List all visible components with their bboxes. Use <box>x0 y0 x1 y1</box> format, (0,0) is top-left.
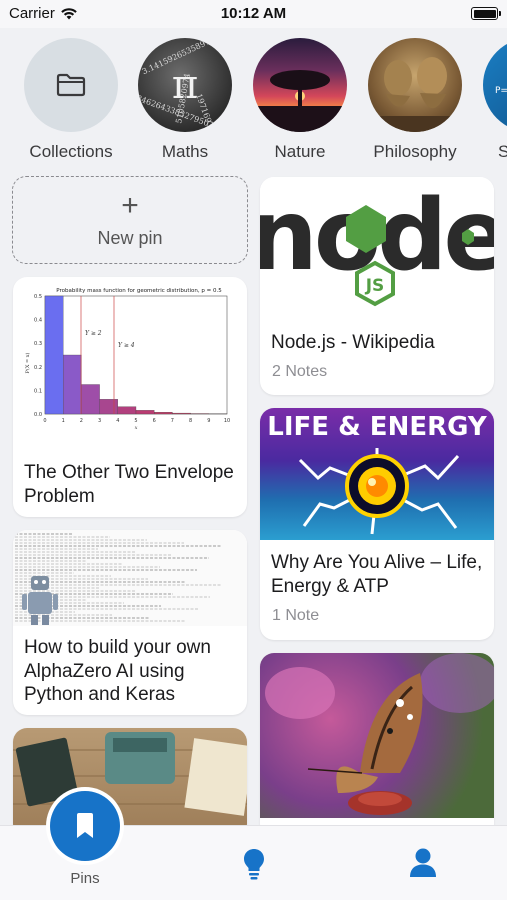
chart-x-tick: 3 <box>98 418 101 424</box>
pin-thumbnail-chart: Probability mass function for geometric … <box>19 283 241 431</box>
pins-tab-button[interactable] <box>50 791 120 861</box>
collection-label: Philosophy <box>373 142 457 161</box>
chart-bar <box>135 410 155 415</box>
folder-icon <box>56 73 86 97</box>
pin-card-nodejs[interactable]: node JS Node.js - Wikipedia 2 Notes <box>260 177 494 395</box>
svg-text:P=2: P=2 <box>495 86 507 96</box>
nodejs-logo: node JS <box>260 179 494 307</box>
collection-label: Maths <box>161 142 209 161</box>
alphazero-image <box>15 533 222 625</box>
life-energy-image: LIFE & ENERGY <box>267 412 488 535</box>
chart-annotation: Y ≥ 2 <box>85 330 102 337</box>
new-pin-label: New pin <box>97 228 163 248</box>
chart-title: Probability mass function for geometric … <box>56 288 222 294</box>
chart-bar <box>99 399 118 415</box>
tab-pins-label: Pins <box>70 870 100 887</box>
pin-thumbnail-life: LIFE & ENERGY <box>260 408 494 540</box>
svg-text:π: π <box>172 62 198 108</box>
chart-x-tick: 8 <box>189 418 192 424</box>
collection-nature[interactable]: Nature <box>245 38 355 162</box>
battery-icon <box>471 7 501 20</box>
chart-y-tick: 0.3 <box>34 341 42 347</box>
chart-x-tick: 6 <box>153 418 156 424</box>
chart-x-tick: 5 <box>134 418 137 424</box>
pin-title: Node.js - Wikipedia <box>271 332 435 353</box>
collection-philosophy[interactable]: Philosophy <box>360 38 470 162</box>
nature-image <box>253 70 347 132</box>
pin-card-life-energy[interactable]: LIFE & ENERGY Why Are You Alive – Life, … <box>260 408 494 640</box>
chart-y-label: P(X = x) <box>24 352 31 373</box>
pin-thumbnail-alphazero <box>13 530 247 626</box>
svg-text:19716939937: 19716939937 <box>194 92 222 132</box>
status-time: 10:12 AM <box>220 5 287 22</box>
philosophy-image <box>368 57 462 132</box>
maths-image: 3.1415926535897932 8462643383279502884 1… <box>138 38 229 132</box>
plus-icon: + <box>121 189 139 222</box>
js-badge: JS <box>365 276 385 296</box>
tab-pins[interactable] <box>46 787 124 865</box>
chart-bar <box>117 406 137 415</box>
maths-thumbnail: 3.1415926535897932 8462643383279502884 1… <box>138 38 232 132</box>
pin-title: How to build your own AlphaZero AI using… <box>24 637 211 705</box>
science-thumbnail: P=2 <box>483 38 507 132</box>
chart-bar <box>154 412 173 415</box>
bookmark-icon <box>77 813 93 838</box>
life-banner: LIFE & ENERGY <box>267 412 488 442</box>
chart-y-tick: 0.2 <box>34 365 42 371</box>
collections-row[interactable]: Collections 3.1415926535897932 846264338… <box>0 28 507 163</box>
lightbulb-icon[interactable] <box>243 848 265 880</box>
collection-label: S <box>498 142 507 161</box>
collection-maths[interactable]: 3.1415926535897932 8462643383279502884 1… <box>130 38 240 162</box>
chart-y-tick: 0.1 <box>34 388 42 394</box>
collection-label: Collections <box>29 142 113 161</box>
pin-notes-count: 2 Notes <box>272 363 328 380</box>
chart-bar <box>44 295 64 415</box>
philosophy-thumbnail <box>368 38 462 132</box>
pin-card-alphazero[interactable]: How to build your own AlphaZero AI using… <box>13 530 247 715</box>
chart-x-label: x <box>135 425 138 431</box>
pin-card-butterfly[interactable] <box>260 653 494 838</box>
new-pin-button[interactable]: + New pin <box>12 176 248 264</box>
chart-x-tick: 7 <box>171 418 174 424</box>
chart-y-tick: 0.4 <box>34 318 42 324</box>
pin-title: Why Are You Alive – Life, Energy & ATP <box>271 552 483 597</box>
chart-x-tick: 2 <box>80 418 83 424</box>
chart-annotation: Y ≥ 4 <box>118 342 135 349</box>
pin-thumbnail-butterfly <box>260 653 494 818</box>
chart-x-tick: 9 <box>207 418 210 424</box>
collection-avatar <box>24 38 118 132</box>
pin-title: The Other Two Envelope Problem <box>24 462 234 507</box>
status-bar: Carrier 10:12 AM <box>0 0 507 28</box>
chart-x-tick: 1 <box>62 418 65 424</box>
chart-y-tick: 0.0 <box>34 412 42 418</box>
chart-bar <box>63 354 82 415</box>
science-image: P=2 <box>495 86 507 96</box>
chart-bar <box>172 412 191 415</box>
pmf-chart: Probability mass function for geometric … <box>24 288 230 431</box>
chart-x-tick: 0 <box>43 418 46 424</box>
collection-science[interactable]: P=2 S <box>475 38 507 162</box>
chart-bar <box>81 384 100 415</box>
chart-x-tick: 4 <box>116 418 119 424</box>
nature-thumbnail <box>253 38 347 132</box>
pin-card-envelope[interactable]: Probability mass function for geometric … <box>13 277 247 517</box>
profile-icon[interactable] <box>409 848 437 878</box>
butterfly-image <box>265 653 494 815</box>
collection-collections[interactable]: Collections <box>16 38 126 162</box>
collection-label: Nature <box>274 142 326 161</box>
pin-notes-count: 1 Note <box>272 607 320 624</box>
pin-thumbnail-nodejs: node JS <box>260 177 494 319</box>
chart-y-tick: 0.5 <box>34 294 42 300</box>
chart-x-tick: 10 <box>224 418 230 424</box>
